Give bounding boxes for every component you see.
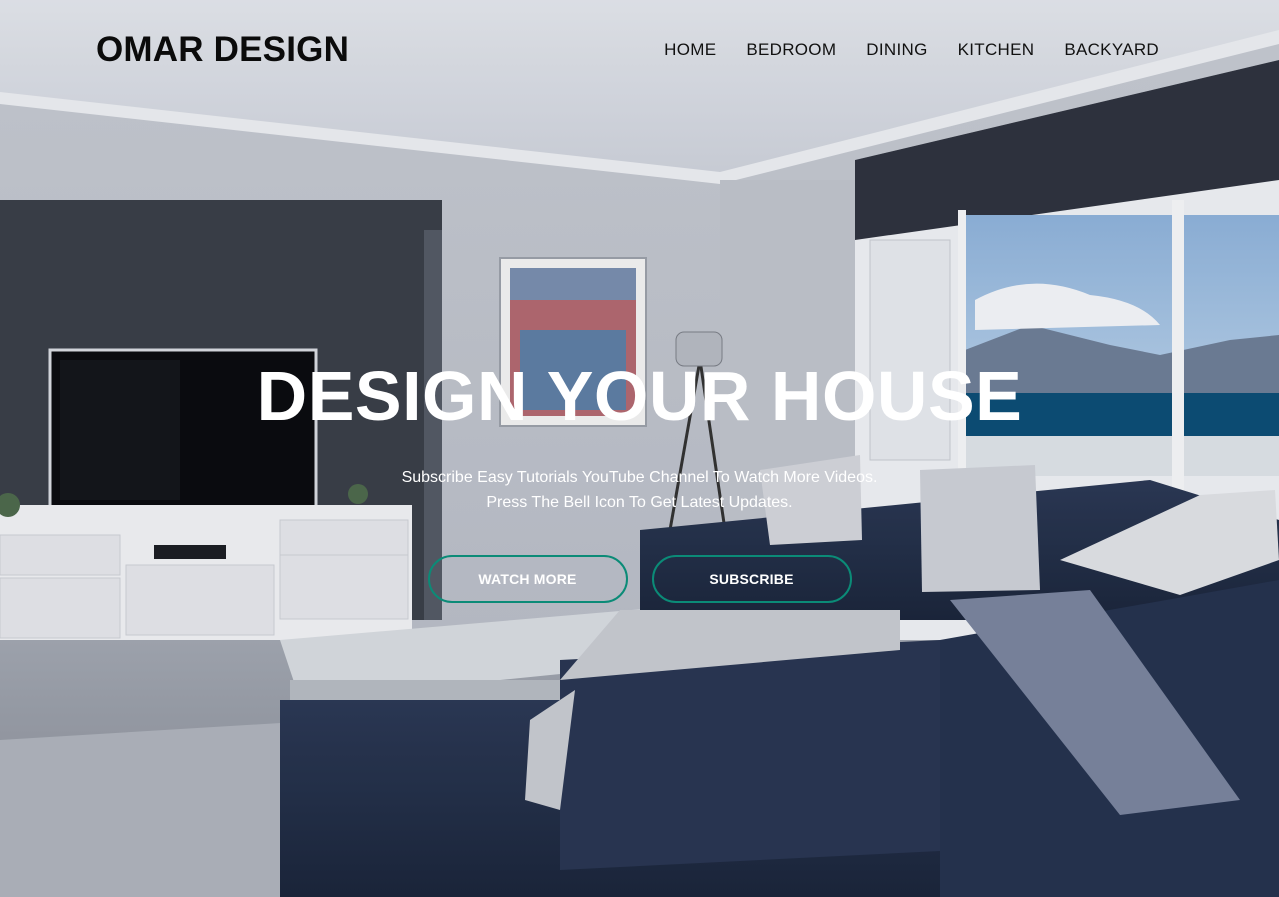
- nav-link-dining[interactable]: DINING: [866, 40, 927, 59]
- hero-title: DESIGN YOUR HOUSE: [256, 357, 1023, 435]
- nav-item-kitchen: KITCHEN: [958, 40, 1035, 60]
- nav-item-backyard: BACKYARD: [1064, 40, 1159, 60]
- nav-item-dining: DINING: [866, 40, 927, 60]
- watch-more-button[interactable]: WATCH MORE: [427, 555, 628, 603]
- nav-link-home[interactable]: HOME: [664, 40, 716, 59]
- hero-section: OMAR DESIGN HOME BEDROOM DINING KITCHEN …: [0, 0, 1279, 897]
- nav-link-kitchen[interactable]: KITCHEN: [958, 40, 1035, 59]
- hero-subtitle-line-1: Subscribe Easy Tutorials YouTube Channel…: [401, 469, 878, 486]
- nav-link-bedroom[interactable]: BEDROOM: [746, 40, 836, 59]
- hero-buttons: WATCH MORE SUBSCRIBE: [0, 555, 1279, 603]
- nav-link-backyard[interactable]: BACKYARD: [1064, 40, 1159, 59]
- logo[interactable]: OMAR DESIGN: [96, 30, 349, 70]
- main-nav: HOME BEDROOM DINING KITCHEN BACKYARD: [664, 40, 1159, 60]
- nav-item-home: HOME: [664, 40, 716, 60]
- nav-item-bedroom: BEDROOM: [746, 40, 836, 60]
- site-header: OMAR DESIGN HOME BEDROOM DINING KITCHEN …: [0, 0, 1279, 100]
- hero-subtitle: Subscribe Easy Tutorials YouTube Channel…: [0, 465, 1279, 515]
- hero-content: DESIGN YOUR HOUSE Subscribe Easy Tutoria…: [0, 356, 1279, 603]
- subscribe-button[interactable]: SUBSCRIBE: [651, 555, 852, 603]
- hero-subtitle-line-2: Press The Bell Icon To Get Latest Update…: [486, 494, 793, 511]
